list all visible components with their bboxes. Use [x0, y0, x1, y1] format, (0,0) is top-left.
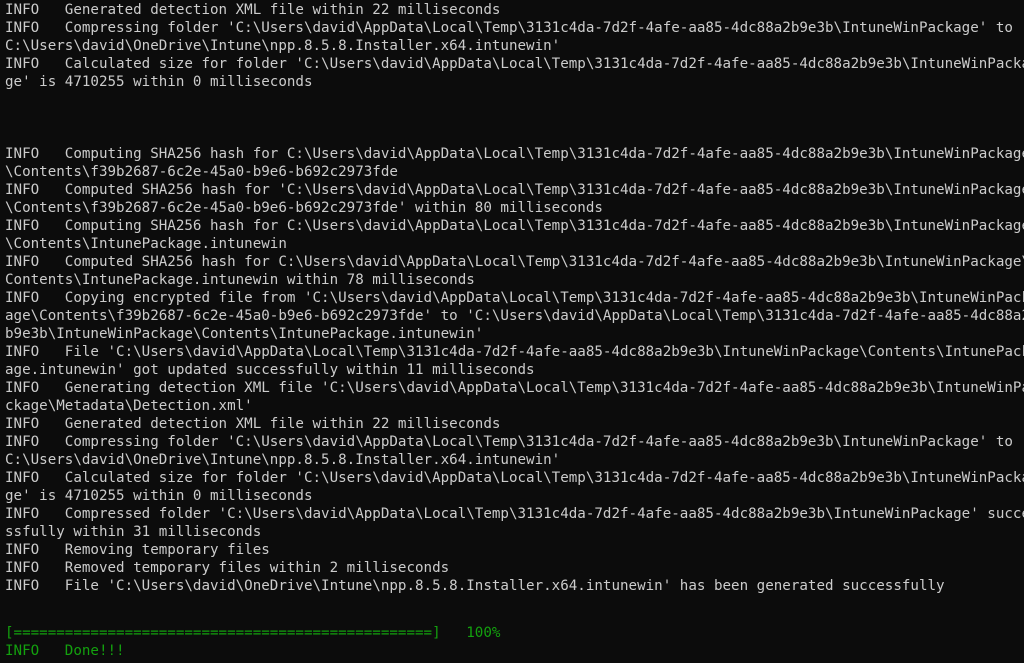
- terminal-line: ge' is 4710255 within 0 milliseconds: [5, 488, 313, 504]
- terminal-line: age.intunewin' got updated successfully …: [5, 362, 535, 378]
- terminal-line: INFO File 'C:\Users\david\OneDrive\Intun…: [5, 578, 945, 594]
- terminal-line: Contents\IntunePackage.intunewin within …: [5, 272, 475, 288]
- terminal-line: INFO Compressing folder 'C:\Users\david\…: [5, 434, 1024, 450]
- terminal-line: age\Contents\f39b2687-6c2e-45a0-b9e6-b69…: [5, 308, 1024, 324]
- terminal-line: INFO Calculated size for folder 'C:\User…: [5, 56, 1024, 72]
- terminal-line: INFO Computing SHA256 hash for C:\Users\…: [5, 218, 1024, 234]
- terminal-line: INFO Generated detection XML file within…: [5, 2, 501, 18]
- terminal-line: INFO Computed SHA256 hash for 'C:\Users\…: [5, 182, 1024, 198]
- terminal-line: b9e3b\IntuneWinPackage\Contents\IntunePa…: [5, 326, 484, 342]
- terminal-line: INFO Computing SHA256 hash for C:\Users\…: [5, 146, 1024, 162]
- terminal-line: ssfully within 31 milliseconds: [5, 524, 262, 540]
- terminal-line: INFO Copying encrypted file from 'C:\Use…: [5, 290, 1024, 306]
- terminal-line: \Contents\f39b2687-6c2e-45a0-b9e6-b692c2…: [5, 164, 398, 180]
- done-message: INFO Done!!!: [5, 643, 125, 659]
- terminal-line: INFO Calculated size for folder 'C:\User…: [5, 470, 1024, 486]
- terminal-line: INFO Removing temporary files: [5, 542, 270, 558]
- terminal-line: C:\Users\david\OneDrive\Intune\npp.8.5.8…: [5, 452, 561, 468]
- terminal-line: \Contents\IntunePackage.intunewin: [5, 236, 287, 252]
- terminal-line: INFO Compressed folder 'C:\Users\david\A…: [5, 506, 1024, 522]
- terminal-line: INFO Removed temporary files within 2 mi…: [5, 560, 450, 576]
- terminal-line: C:\Users\david\OneDrive\Intune\npp.8.5.8…: [5, 38, 561, 54]
- terminal-line: \Contents\f39b2687-6c2e-45a0-b9e6-b692c2…: [5, 200, 603, 216]
- terminal-window[interactable]: INFO Generated detection XML file within…: [0, 0, 1024, 663]
- terminal-line: INFO Compressing folder 'C:\Users\david\…: [5, 20, 1024, 36]
- terminal-line: INFO Generated detection XML file within…: [5, 416, 501, 432]
- progress-bar: [=======================================…: [5, 625, 501, 641]
- terminal-line: ge' is 4710255 within 0 milliseconds: [5, 74, 313, 90]
- terminal-line: ckage\Metadata\Detection.xml': [5, 398, 253, 414]
- terminal-line: INFO Computed SHA256 hash for C:\Users\d…: [5, 254, 1024, 270]
- terminal-line: INFO File 'C:\Users\david\AppData\Local\…: [5, 344, 1024, 360]
- terminal-line: INFO Generating detection XML file 'C:\U…: [5, 380, 1024, 396]
